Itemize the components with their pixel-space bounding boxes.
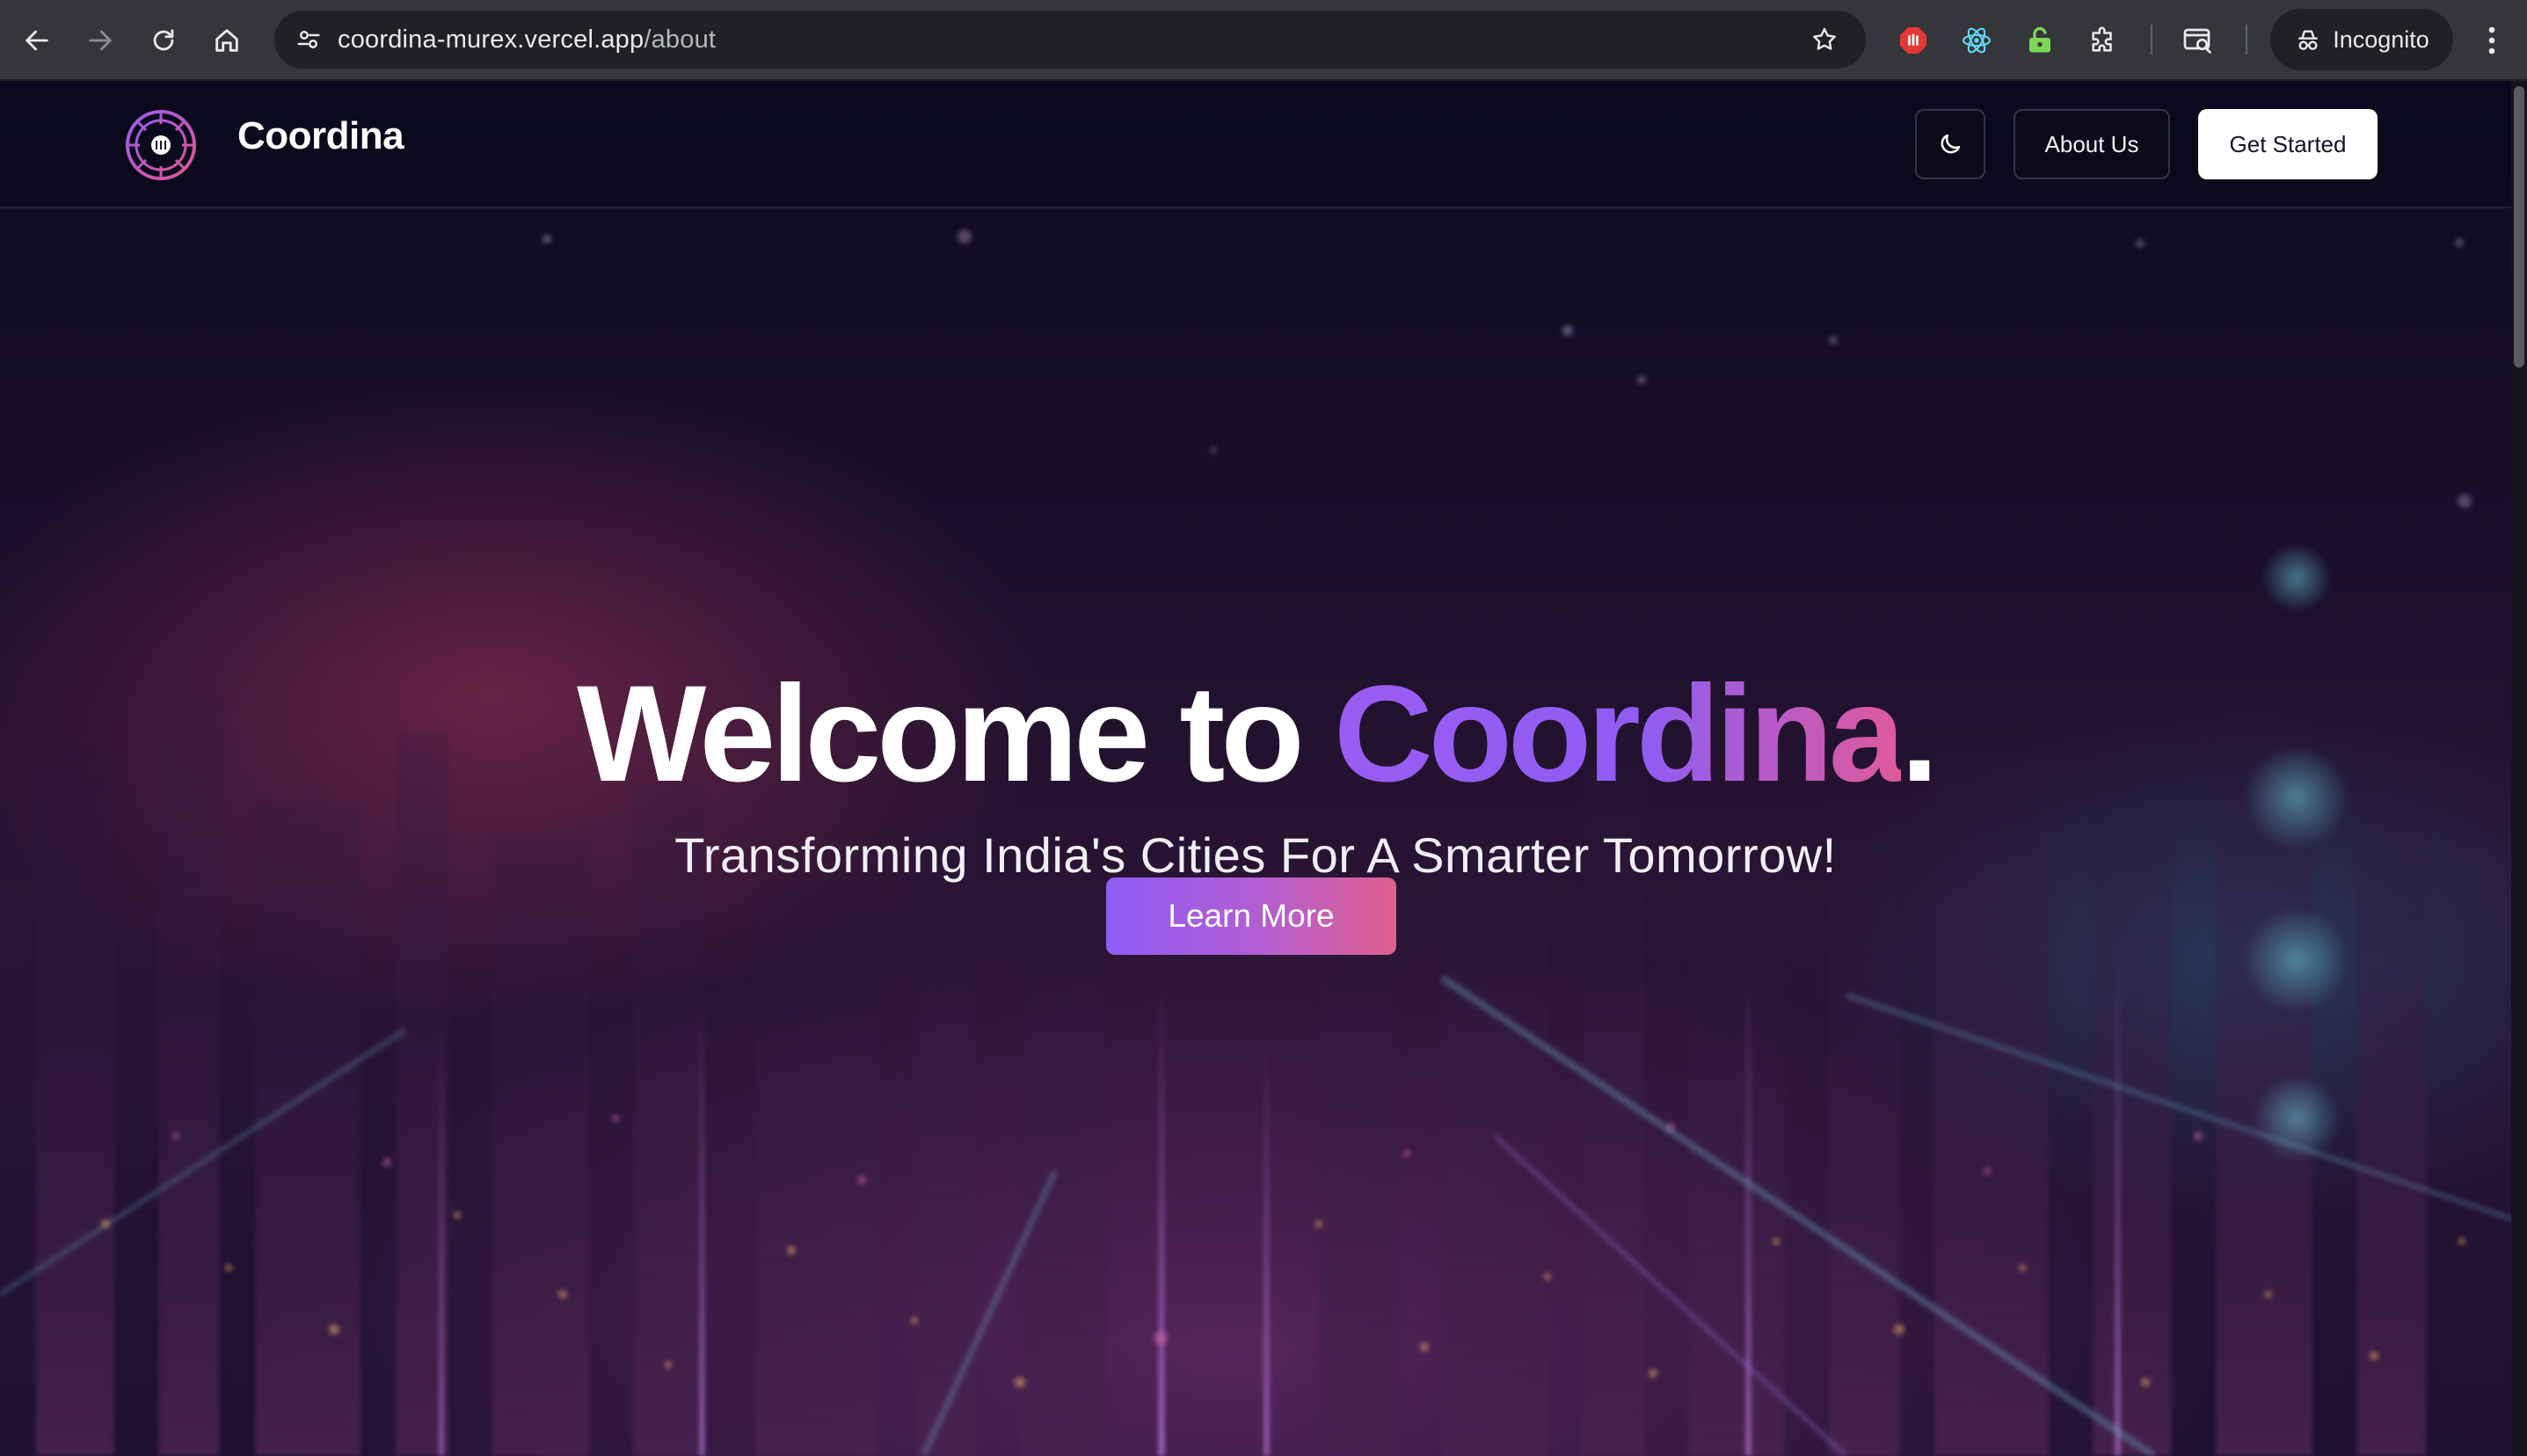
forward-icon <box>89 30 112 51</box>
tab-search-button[interactable] <box>2175 18 2221 63</box>
adblock-extension-icon <box>1900 27 1926 54</box>
url-host: coordina-murex.vercel.app <box>338 25 644 54</box>
extensions-button[interactable] <box>2080 18 2126 63</box>
reload-icon <box>153 29 174 51</box>
extensions-puzzle-icon <box>2092 26 2112 52</box>
hero-title-accent: Coordina <box>1333 657 1905 811</box>
back-icon <box>25 30 48 51</box>
reload-button[interactable] <box>139 16 188 65</box>
coordina-logo-icon[interactable] <box>123 107 199 183</box>
page-viewport: Coordina About Us Get Started Welcome to… <box>0 81 2527 1456</box>
hero-title-suffix: . <box>1900 657 1939 811</box>
hero-subtitle: Transforming India's Cities For A Smarte… <box>674 827 1837 883</box>
url-path: /about <box>644 25 717 54</box>
home-button[interactable] <box>202 16 251 65</box>
home-icon <box>215 29 238 52</box>
toolbar-divider <box>2151 25 2152 55</box>
tab-search-icon <box>2183 28 2211 54</box>
page-scrollbar[interactable] <box>2511 81 2527 1456</box>
bookmark-star-icon <box>1813 27 1836 50</box>
adblock-extension-button[interactable] <box>1890 18 1936 63</box>
browser-menu-button[interactable] <box>2471 16 2513 65</box>
incognito-profile-button[interactable]: Incognito <box>2270 9 2453 70</box>
about-us-button[interactable]: About Us <box>2014 109 2170 179</box>
browser-toolbar: coordina-murex.vercel.app/about Incognit… <box>0 0 2527 81</box>
url-text[interactable]: coordina-murex.vercel.app/about <box>338 11 716 69</box>
moon-icon <box>1941 134 1961 154</box>
address-bar[interactable]: coordina-murex.vercel.app/about <box>274 11 1866 69</box>
back-button[interactable] <box>12 16 62 65</box>
toolbar-divider <box>2246 25 2247 55</box>
hero-title: Welcome to Coordina. <box>0 666 2511 803</box>
theme-toggle-button[interactable] <box>1915 109 1985 179</box>
scrollbar-thumb[interactable] <box>2514 86 2524 368</box>
site-info-icon <box>297 31 320 48</box>
site-info-button[interactable] <box>287 18 331 62</box>
react-devtools-icon <box>1962 27 1992 54</box>
forward-button[interactable] <box>76 16 125 65</box>
bookmark-button[interactable] <box>1802 18 1846 62</box>
incognito-icon <box>2298 30 2318 50</box>
hero-title-prefix: Welcome to <box>577 657 1334 811</box>
incognito-label: Incognito <box>2333 25 2429 53</box>
more-menu-icon <box>2488 26 2495 55</box>
learn-more-button[interactable]: Learn More <box>1106 877 1396 955</box>
react-devtools-button[interactable] <box>1954 18 1999 63</box>
get-started-button[interactable]: Get Started <box>2198 109 2378 179</box>
brand-name[interactable]: Coordina <box>237 114 404 158</box>
site-header: Coordina About Us Get Started <box>0 81 2511 208</box>
lock-extension-button[interactable] <box>2017 18 2063 63</box>
lock-extension-icon <box>2029 26 2050 53</box>
